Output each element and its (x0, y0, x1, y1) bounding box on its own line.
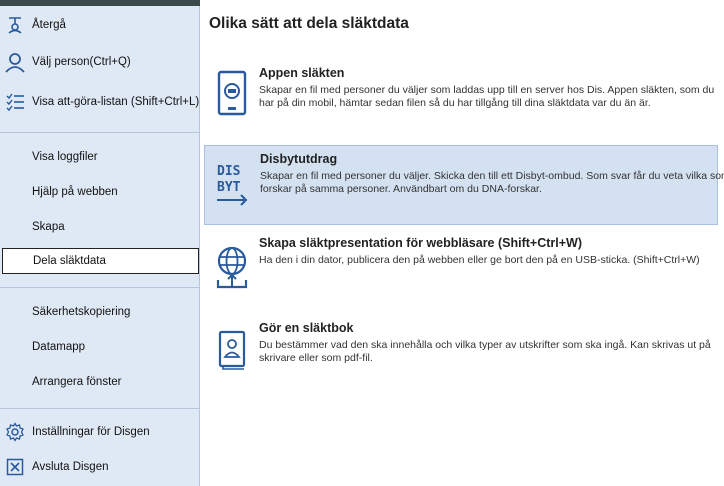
book-icon (212, 327, 252, 373)
option-title: Skapa släktpresentation för webbläsare (… (259, 236, 582, 250)
sidebar-item-data-folder[interactable]: Datamapp (0, 336, 200, 358)
sidebar-item-label: Visa loggfiler (32, 151, 98, 163)
sidebar-item-label: Dela släktdata (33, 255, 106, 267)
disbyt-icon: DIS BYT (213, 160, 253, 206)
exit-icon (4, 456, 26, 478)
sidebar-item-label: Inställningar för Disgen (32, 426, 150, 438)
sidebar-item-return[interactable]: Återgå (0, 12, 200, 38)
sidebar-item-label: Återgå (32, 19, 66, 31)
option-description: Ha den i din dator, publicera den på web… (259, 254, 700, 266)
option-web-presentation[interactable]: Skapa släktpresentation för webbläsare (… (204, 230, 718, 304)
checklist-icon (4, 91, 26, 113)
window-top-strip (0, 0, 200, 6)
sidebar-separator (0, 408, 199, 409)
option-app-slakten[interactable]: Appen släkten Skapar en fil med personer… (204, 60, 718, 136)
sidebar-item-label: Arrangera fönster (32, 376, 122, 388)
sidebar-item-label: Datamapp (32, 341, 86, 353)
sidebar-item-backup[interactable]: Säkerhetskopiering (0, 301, 200, 323)
globe-upload-icon (212, 244, 252, 290)
sidebar-item-select-person[interactable]: Välj person(Ctrl+Q) (0, 48, 200, 76)
gear-icon (4, 421, 26, 443)
sidebar-item-label: Hjälp på webben (32, 186, 118, 198)
phone-icon (212, 70, 252, 116)
option-description: Skapar en fil med personer du väljer som… (259, 84, 715, 109)
page-title: Olika sätt att dela släktdata (209, 15, 409, 32)
option-description: Du bestämmer vad den ska innehålla och v… (259, 339, 711, 364)
sidebar: Återgå Välj person(Ctrl+Q) Visa att-göra… (0, 0, 200, 486)
sidebar-item-label: Visa att-göra-listan (Shift+Ctrl+L) (32, 96, 200, 108)
sidebar-item-label: Säkerhetskopiering (32, 306, 131, 318)
return-icon (4, 14, 26, 36)
option-disbytutdrag[interactable]: DIS BYT Disbytutdrag Skapar en fil med p… (204, 145, 724, 225)
sidebar-separator (0, 287, 199, 288)
option-description: Skapar en fil med personer du väljer. Sk… (260, 170, 724, 195)
sidebar-item-exit[interactable]: Avsluta Disgen (0, 455, 200, 479)
option-title: Gör en släktbok (259, 321, 354, 335)
disbyt-icon-text-top: DIS (217, 164, 241, 179)
option-title: Appen släkten (259, 66, 345, 80)
sidebar-item-share-data[interactable]: Dela släktdata (2, 248, 199, 274)
option-title: Disbytutdrag (260, 152, 338, 166)
sidebar-item-view-logs[interactable]: Visa loggfiler (0, 146, 200, 168)
sidebar-item-label: Avsluta Disgen (32, 461, 109, 473)
sidebar-item-settings[interactable]: Inställningar för Disgen (0, 420, 200, 444)
sidebar-item-arrange-windows[interactable]: Arrangera fönster (0, 371, 200, 393)
sidebar-item-create[interactable]: Skapa (0, 216, 200, 238)
sidebar-item-web-help[interactable]: Hjälp på webben (0, 181, 200, 203)
sidebar-item-label: Skapa (32, 221, 65, 233)
person-icon (4, 51, 26, 73)
sidebar-item-todo-list[interactable]: Visa att-göra-listan (Shift+Ctrl+L) (0, 88, 200, 116)
disbyt-icon-text-bottom: BYT (217, 180, 241, 195)
sidebar-separator (0, 132, 199, 133)
option-family-book[interactable]: Gör en släktbok Du bestämmer vad den ska… (204, 315, 718, 385)
sidebar-item-label: Välj person(Ctrl+Q) (32, 56, 131, 68)
